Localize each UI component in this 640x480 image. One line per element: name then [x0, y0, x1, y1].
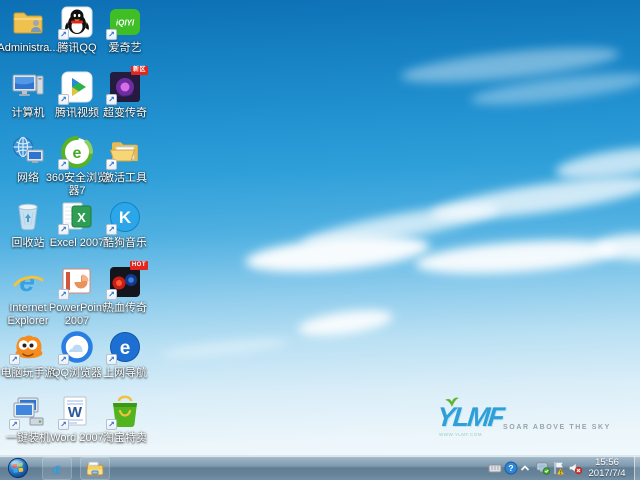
- shortcut-arrow-icon: ↗: [9, 419, 20, 430]
- 360-browser-icon: e ↗: [58, 134, 95, 170]
- clock-date: 2017/7/4: [588, 468, 626, 479]
- icon-label: 激活工具: [103, 172, 147, 184]
- clock-time: 15:56: [595, 457, 619, 468]
- icon-label: 上网导航: [103, 367, 147, 379]
- shortcut-arrow-icon: ↗: [58, 224, 69, 235]
- desktop-icon-shopping[interactable]: ↗ 淘宝特卖: [93, 394, 157, 445]
- shopping-bag-icon: ↗: [106, 394, 143, 430]
- shortcut-arrow-icon: ↗: [106, 289, 117, 300]
- shortcut-arrow-icon: ↗: [106, 354, 117, 365]
- icon-label: 热血传奇: [103, 302, 147, 314]
- network-icon: [10, 134, 46, 170]
- desktop-icon-rexue-game[interactable]: HOT ↗ 热血传奇: [93, 261, 157, 315]
- mascot-icon: ↗: [9, 329, 46, 365]
- hot-badge: HOT: [129, 261, 148, 270]
- desktop-icon-kugou[interactable]: K ↗ 酷狗音乐: [93, 199, 157, 250]
- cloud: [159, 335, 291, 361]
- svg-text:e: e: [73, 145, 82, 162]
- computer-icon: [10, 69, 46, 105]
- taskbar-explorer-button[interactable]: [80, 457, 110, 480]
- user-folder-icon: [10, 4, 46, 40]
- desktop-icon-chaobian-game[interactable]: 新区 ↗ 超变传奇: [93, 66, 157, 120]
- blue-e-icon: e ↗: [106, 329, 143, 365]
- shortcut-arrow-icon: ↗: [106, 159, 117, 170]
- shortcut-arrow-icon: ↗: [106, 419, 117, 430]
- shortcut-arrow-icon: ↗: [106, 29, 117, 40]
- shortcut-arrow-icon: ↗: [58, 94, 69, 105]
- shortcut-arrow-icon: ↗: [106, 224, 117, 235]
- ie-icon: e: [53, 459, 61, 478]
- tencent-video-icon: ↗: [58, 69, 95, 105]
- shortcut-arrow-icon: ↗: [9, 354, 20, 365]
- desktop: Administra... ↗ 腾讯QQ iQIYI ↗ 爱奇艺 计算机 ↗ 腾…: [0, 0, 640, 480]
- shortcut-arrow-icon: ↗: [58, 419, 69, 430]
- svg-text:K: K: [119, 208, 132, 227]
- recycle-bin-icon: [10, 199, 46, 235]
- watermark-tagline: SOAR ABOVE THE SKY: [503, 424, 611, 431]
- svg-text:e: e: [120, 338, 131, 359]
- shortcut-arrow-icon: ↗: [106, 94, 117, 105]
- desktop-icon-activation-tools[interactable]: ↗ 激活工具: [93, 134, 157, 185]
- show-hidden-icons-button[interactable]: [518, 461, 532, 475]
- icon-label: 淘宝特卖: [103, 432, 147, 444]
- game-icon: 新区 ↗: [106, 66, 148, 105]
- iqiyi-icon: iQIYI ↗: [106, 4, 143, 40]
- explorer-folder-icon: [87, 461, 104, 475]
- help-tray-icon[interactable]: ?: [504, 461, 518, 475]
- taskbar-ie-button[interactable]: e: [42, 457, 72, 480]
- watermark-url: WWW.YLMF.COM: [439, 432, 482, 437]
- ylmf-watermark: YLMF SOAR ABOVE THE SKY WWW.YLMF.COM: [435, 397, 612, 437]
- desktop-icon-web-navigation[interactable]: e ↗ 上网导航: [93, 329, 157, 380]
- word-icon: W ↗: [58, 394, 95, 430]
- ie-icon: e: [10, 264, 46, 300]
- svg-text:X: X: [77, 210, 86, 225]
- qq-penguin-icon: ↗: [58, 4, 95, 40]
- svg-text:?: ?: [508, 463, 513, 473]
- shortcut-arrow-icon: ↗: [58, 29, 69, 40]
- taskbar: e ? 15:56 2017/7/4: [0, 455, 640, 480]
- excel-icon: X ↗: [58, 199, 95, 235]
- svg-text:W: W: [68, 404, 83, 421]
- new-zone-badge: 新区: [130, 66, 148, 75]
- qq-browser-icon: ↗: [58, 329, 95, 365]
- shortcut-arrow-icon: ↗: [58, 159, 69, 170]
- volume-muted-icon[interactable]: [568, 461, 582, 475]
- open-folder-icon: ↗: [106, 134, 143, 170]
- install-system-icon: ↗: [9, 394, 46, 430]
- start-button[interactable]: [7, 457, 29, 479]
- svg-text:iQIYI: iQIYI: [116, 19, 135, 28]
- ylmf-logo: YLMF: [435, 402, 505, 432]
- network-tray-icon[interactable]: [536, 461, 550, 475]
- icon-label: 爱奇艺: [108, 42, 142, 54]
- game-icon: HOT ↗: [106, 261, 148, 300]
- cloud: [414, 234, 621, 280]
- kugou-icon: K ↗: [106, 199, 143, 235]
- show-desktop-button[interactable]: [634, 456, 640, 480]
- powerpoint-icon: ↗: [58, 264, 95, 300]
- icon-label: 超变传奇: [103, 107, 147, 119]
- input-method-icon[interactable]: [488, 461, 502, 475]
- icon-label: 酷狗音乐: [103, 237, 147, 249]
- shortcut-arrow-icon: ↗: [58, 354, 69, 365]
- shortcut-arrow-icon: ↗: [58, 289, 69, 300]
- svg-text:e: e: [19, 266, 35, 297]
- desktop-icon-iqiyi[interactable]: iQIYI ↗ 爱奇艺: [93, 4, 157, 55]
- action-center-flag-icon[interactable]: [552, 461, 566, 475]
- cloud: [243, 229, 432, 279]
- cloud: [296, 305, 395, 341]
- taskbar-clock[interactable]: 15:56 2017/7/4: [582, 457, 632, 479]
